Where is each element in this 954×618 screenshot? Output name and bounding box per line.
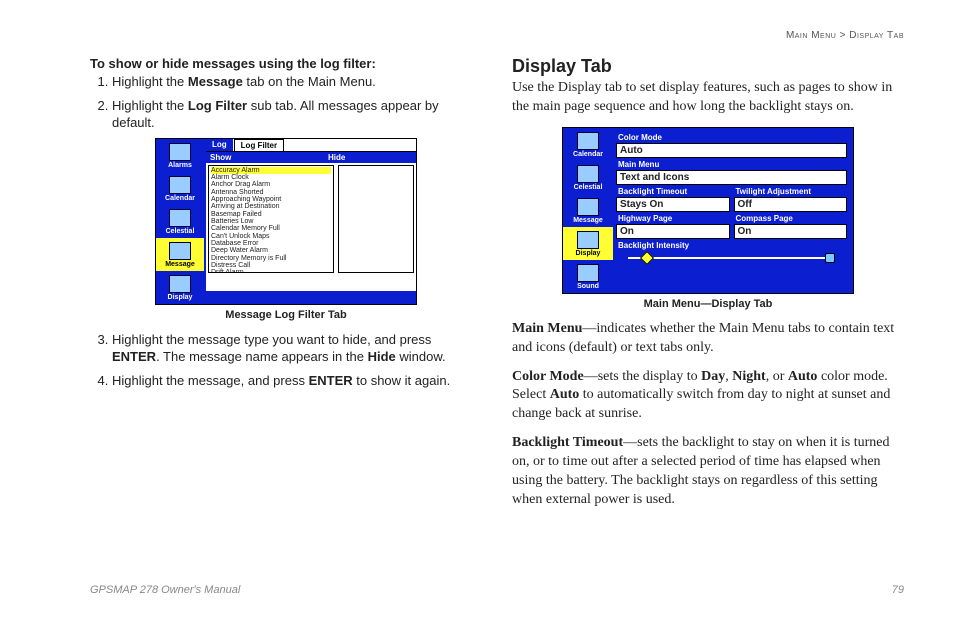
footer-title: GPSMAP 278 Owner's Manual (90, 584, 240, 596)
screenshot-log-filter: Alarms Calendar Celestial Message Displa… (155, 138, 417, 305)
slider-end-icon (825, 253, 835, 263)
label-compass: Compass Page (736, 214, 848, 223)
field-color-mode[interactable]: Auto (616, 143, 847, 158)
screenshot-display-tab: Calendar Celestial Message Display Sound… (562, 127, 854, 294)
sidebar-item-message[interactable]: Message (156, 238, 204, 271)
intro-paragraph: Use the Display tab to set display featu… (512, 79, 904, 117)
caption-shot2: Main Menu—Display Tab (512, 298, 904, 310)
list-item[interactable]: Arriving at Destination (211, 203, 331, 210)
display-icon (577, 231, 599, 249)
label-color-mode: Color Mode (618, 133, 847, 142)
hide-list[interactable] (338, 165, 414, 273)
show-list[interactable]: Accuracy Alarm Alarm Clock Anchor Drag A… (208, 165, 334, 273)
caption-shot1: Message Log Filter Tab (90, 309, 482, 321)
celestial-icon (577, 165, 599, 183)
display-icon (169, 275, 191, 293)
label-intensity: Backlight Intensity (618, 241, 847, 250)
sidebar-item-sound[interactable]: Sound (563, 260, 613, 293)
para-main-menu: Main Menu—indicates whether the Main Men… (512, 320, 904, 358)
list-item[interactable]: Accuracy Alarm (211, 167, 331, 174)
sidebar-item-message[interactable]: Message (563, 194, 613, 227)
list-item[interactable]: Calendar Memory Full (211, 225, 331, 232)
col-header-hide: Hide (324, 152, 416, 163)
celestial-icon (169, 209, 191, 227)
sidebar-item-calendar[interactable]: Calendar (563, 128, 613, 161)
list-item[interactable]: Drift Alarm (211, 269, 331, 272)
step-1: Highlight the Message tab on the Main Me… (112, 73, 482, 91)
shot1-sidebar: Alarms Calendar Celestial Message Displa… (156, 139, 204, 304)
sidebar-item-celestial[interactable]: Celestial (156, 205, 204, 238)
tab-log-filter[interactable]: Log Filter (234, 139, 284, 151)
list-item[interactable]: Can't Unlock Maps (211, 233, 331, 240)
breadcrumb-sep: > (840, 30, 846, 41)
step-2: Highlight the Log Filter sub tab. All me… (112, 97, 482, 132)
calendar-icon (577, 132, 599, 150)
label-highway: Highway Page (618, 214, 730, 223)
list-item[interactable]: Distress Call (211, 262, 331, 269)
list-item[interactable]: Database Error (211, 240, 331, 247)
list-item[interactable]: Batteries Low (211, 218, 331, 225)
para-color-mode: Color Mode—sets the display to Day, Nigh… (512, 368, 904, 425)
sidebar-item-display[interactable]: Display (563, 227, 613, 260)
message-icon (577, 198, 599, 216)
field-backlight-timeout[interactable]: Stays On (616, 197, 730, 212)
page-number: 79 (892, 584, 904, 596)
list-item[interactable]: Deep Water Alarm (211, 247, 331, 254)
list-item[interactable]: Approaching Waypoint (211, 196, 331, 203)
step-3: Highlight the message type you want to h… (112, 331, 482, 366)
message-icon (169, 242, 191, 260)
sidebar-item-display[interactable]: Display (156, 271, 204, 304)
field-twilight[interactable]: Off (734, 197, 848, 212)
field-highway[interactable]: On (616, 224, 730, 239)
breadcrumb-left: Main Menu (786, 30, 836, 41)
label-backlight-timeout: Backlight Timeout (618, 187, 730, 196)
sidebar-item-calendar[interactable]: Calendar (156, 172, 204, 205)
left-column: To show or hide messages using the log f… (90, 56, 482, 520)
list-item[interactable]: Anchor Drag Alarm (211, 181, 331, 188)
tab-log[interactable]: Log (206, 139, 234, 151)
page-footer: GPSMAP 278 Owner's Manual 79 (90, 584, 904, 596)
col-header-show: Show (206, 152, 324, 163)
step-4: Highlight the message, and press ENTER t… (112, 372, 482, 390)
list-item[interactable]: Antenna Shorted (211, 189, 331, 196)
list-item[interactable]: Directory Memory is Full (211, 255, 331, 262)
field-compass[interactable]: On (734, 224, 848, 239)
alarm-icon (169, 143, 191, 161)
slider-thumb-icon[interactable] (640, 251, 654, 265)
shot2-sidebar: Calendar Celestial Message Display Sound (563, 128, 613, 293)
label-main-menu: Main Menu (618, 160, 847, 169)
calendar-icon (169, 176, 191, 194)
sound-icon (577, 264, 599, 282)
list-item[interactable]: Alarm Clock (211, 174, 331, 181)
breadcrumb-right: Display Tab (849, 30, 904, 41)
label-twilight: Twilight Adjustment (736, 187, 848, 196)
procedure-heading: To show or hide messages using the log f… (90, 56, 482, 71)
sidebar-item-alarms[interactable]: Alarms (156, 139, 204, 172)
right-column: Display Tab Use the Display tab to set d… (512, 56, 904, 520)
section-title: Display Tab (512, 56, 904, 77)
sidebar-item-celestial[interactable]: Celestial (563, 161, 613, 194)
breadcrumb: Main Menu > Display Tab (786, 30, 904, 41)
para-backlight: Backlight Timeout—sets the backlight to … (512, 434, 904, 510)
list-item[interactable]: Basemap Failed (211, 211, 331, 218)
field-main-menu[interactable]: Text and Icons (616, 170, 847, 185)
backlight-intensity-slider[interactable] (616, 251, 847, 265)
